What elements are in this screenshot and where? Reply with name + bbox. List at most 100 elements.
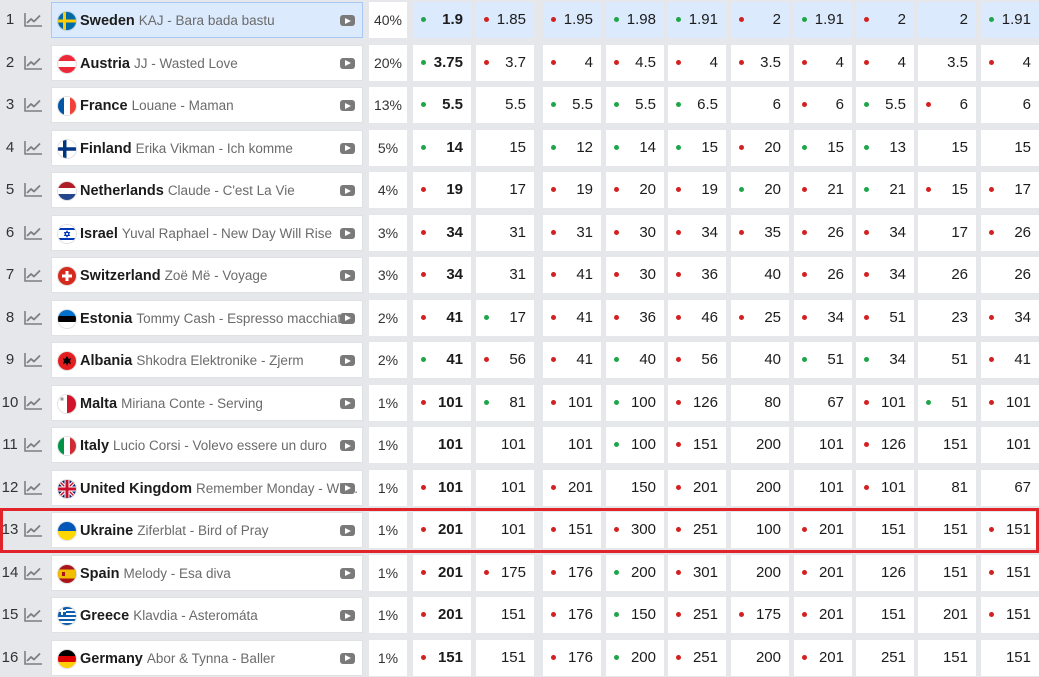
odds-cell[interactable]: 3.7 [476, 44, 534, 81]
odds-cell[interactable]: 12 [543, 129, 601, 166]
odds-cell[interactable]: 2 [856, 2, 914, 38]
video-play-icon[interactable] [340, 397, 355, 409]
odds-cell[interactable]: 80 [731, 384, 789, 421]
odds-cell[interactable]: 151 [918, 427, 976, 463]
odds-cell[interactable]: 1.91 [794, 2, 852, 38]
video-play-icon[interactable] [340, 185, 355, 196]
trend-chart-icon[interactable] [23, 650, 43, 666]
odds-cell[interactable]: 176 [543, 554, 601, 591]
odds-cell[interactable]: 150 [606, 469, 664, 506]
odds-cell[interactable]: 30 [606, 257, 664, 293]
odds-cell[interactable]: 4.5 [606, 44, 664, 81]
odds-cell[interactable]: 2 [731, 2, 789, 38]
country-cell[interactable]: Finland Erika Vikman - Ich komme [51, 129, 363, 166]
odds-cell[interactable]: 151 [981, 554, 1039, 591]
country-cell[interactable]: United Kingdom Remember Monday - Wh... [51, 469, 363, 506]
odds-cell[interactable]: 151 [476, 639, 534, 676]
odds-cell[interactable]: 3.75 [413, 44, 471, 81]
odds-cell[interactable]: 1.95 [543, 2, 601, 38]
odds-cell[interactable]: 201 [413, 512, 471, 548]
trend-chart-icon[interactable] [23, 12, 43, 28]
country-cell[interactable]: Spain Melody - Esa diva [51, 554, 363, 591]
odds-cell[interactable]: 100 [731, 512, 789, 548]
odds-cell[interactable]: 41 [543, 342, 601, 378]
odds-cell[interactable]: 41 [543, 299, 601, 336]
country-cell[interactable]: Israel Yuval Raphael - New Day Will Rise [51, 214, 363, 251]
odds-cell[interactable]: 15 [476, 129, 534, 166]
odds-cell[interactable]: 151 [981, 639, 1039, 676]
odds-cell[interactable]: 81 [476, 384, 534, 421]
video-play-icon[interactable] [340, 100, 355, 111]
odds-cell[interactable]: 200 [731, 554, 789, 591]
odds-cell[interactable]: 151 [918, 639, 976, 676]
odds-cell[interactable]: 5.5 [856, 87, 914, 123]
odds-cell[interactable]: 15 [918, 129, 976, 166]
odds-cell[interactable]: 14 [606, 129, 664, 166]
trend-chart-icon[interactable] [23, 352, 43, 368]
trend-chart-icon[interactable] [23, 182, 43, 198]
odds-cell[interactable]: 26 [981, 214, 1039, 251]
odds-cell[interactable]: 101 [794, 469, 852, 506]
odds-cell[interactable]: 34 [413, 214, 471, 251]
video-play-icon[interactable] [340, 440, 355, 451]
odds-cell[interactable]: 126 [856, 427, 914, 463]
odds-cell[interactable]: 201 [794, 554, 852, 591]
odds-cell[interactable]: 1.91 [668, 2, 726, 38]
odds-cell[interactable]: 51 [856, 299, 914, 336]
odds-cell[interactable]: 176 [543, 639, 601, 676]
odds-cell[interactable]: 201 [543, 469, 601, 506]
odds-cell[interactable]: 5.5 [606, 87, 664, 123]
trend-chart-icon[interactable] [23, 607, 43, 623]
odds-cell[interactable]: 5.5 [413, 87, 471, 123]
odds-cell[interactable]: 26 [794, 214, 852, 251]
odds-cell[interactable]: 251 [856, 639, 914, 676]
odds-cell[interactable]: 201 [794, 639, 852, 676]
odds-cell[interactable]: 23 [918, 299, 976, 336]
odds-cell[interactable]: 34 [981, 299, 1039, 336]
country-cell[interactable]: Netherlands Claude - C'est La Vie [51, 172, 363, 208]
trend-chart-icon[interactable] [23, 55, 43, 71]
odds-cell[interactable]: 14 [413, 129, 471, 166]
video-play-icon[interactable] [340, 227, 355, 239]
video-play-icon[interactable] [340, 355, 355, 366]
video-play-icon[interactable] [340, 15, 355, 26]
odds-cell[interactable]: 101 [794, 427, 852, 463]
odds-cell[interactable]: 20 [606, 172, 664, 208]
odds-cell[interactable]: 126 [668, 384, 726, 421]
odds-cell[interactable]: 21 [856, 172, 914, 208]
odds-cell[interactable]: 151 [981, 597, 1039, 633]
odds-cell[interactable]: 17 [476, 172, 534, 208]
odds-cell[interactable]: 151 [413, 639, 471, 676]
odds-cell[interactable]: 36 [606, 299, 664, 336]
video-play-icon[interactable] [340, 525, 355, 536]
odds-cell[interactable]: 41 [543, 257, 601, 293]
odds-cell[interactable]: 251 [668, 512, 726, 548]
odds-cell[interactable]: 41 [981, 342, 1039, 378]
odds-cell[interactable]: 4 [543, 44, 601, 81]
video-play-icon[interactable] [340, 610, 355, 621]
odds-cell[interactable]: 200 [731, 639, 789, 676]
odds-cell[interactable]: 100 [606, 427, 664, 463]
video-play-icon[interactable] [340, 142, 355, 154]
odds-cell[interactable]: 67 [794, 384, 852, 421]
odds-cell[interactable]: 2 [918, 2, 976, 38]
odds-cell[interactable]: 46 [668, 299, 726, 336]
trend-chart-icon[interactable] [23, 97, 43, 113]
odds-cell[interactable]: 36 [668, 257, 726, 293]
country-cell[interactable]: Switzerland Zoë Më - Voyage [51, 257, 363, 293]
odds-cell[interactable]: 251 [668, 597, 726, 633]
odds-cell[interactable]: 5.5 [476, 87, 534, 123]
odds-cell[interactable]: 19 [543, 172, 601, 208]
odds-cell[interactable]: 251 [668, 639, 726, 676]
odds-cell[interactable]: 25 [731, 299, 789, 336]
odds-cell[interactable]: 34 [856, 214, 914, 251]
odds-cell[interactable]: 151 [856, 512, 914, 548]
odds-cell[interactable]: 26 [918, 257, 976, 293]
odds-cell[interactable]: 151 [918, 554, 976, 591]
odds-cell[interactable]: 151 [476, 597, 534, 633]
odds-cell[interactable]: 31 [476, 257, 534, 293]
odds-cell[interactable]: 51 [918, 342, 976, 378]
odds-cell[interactable]: 101 [856, 384, 914, 421]
odds-cell[interactable]: 101 [543, 384, 601, 421]
country-cell[interactable]: France Louane - Maman [51, 87, 363, 123]
